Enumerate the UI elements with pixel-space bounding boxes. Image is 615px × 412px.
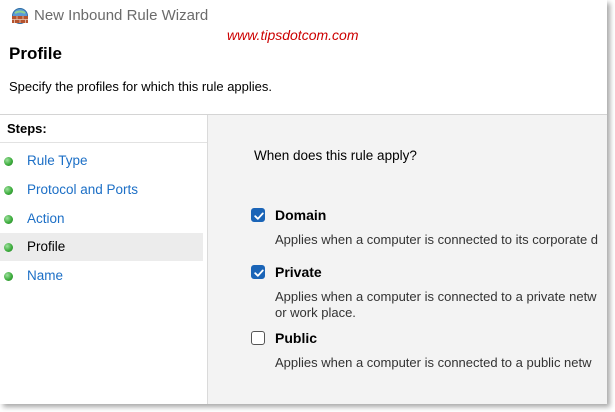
domain-description: Applies when a computer is connected to … [275,232,599,247]
domain-label[interactable]: Domain [275,207,326,223]
green-dot-icon [4,243,13,252]
green-dot-icon [4,215,13,224]
checkmark-icon [254,212,264,220]
steps-label: Steps: [7,121,47,136]
step-label: Action [27,211,65,226]
question-text: When does this rule apply? [254,148,417,163]
green-dot-icon [4,157,13,166]
step-label: Protocol and Ports [27,182,139,197]
window-title: New Inbound Rule Wizard [34,7,209,24]
steps-header: Steps: [0,115,207,143]
green-dot-icon [4,186,13,195]
profile-options-panel: When does this rule apply? Domain Applie… [208,115,607,404]
private-description-line-1: Applies when a computer is connected to … [275,289,597,304]
green-dot-icon [4,272,13,281]
step-label: Rule Type [27,153,88,168]
firewall-wall-icon [11,7,29,25]
public-label[interactable]: Public [275,330,317,346]
private-label[interactable]: Private [275,264,322,280]
page-description: Specify the profiles for which this rule… [9,79,273,94]
step-action[interactable]: Action [0,205,203,233]
step-label: Profile [27,239,66,254]
step-rule-type[interactable]: Rule Type [0,147,203,175]
public-description: Applies when a computer is connected to … [275,355,592,370]
checkmark-icon [254,269,264,277]
step-name[interactable]: Name [0,262,203,290]
steps-panel: Steps: Rule Type Protocol and Ports Acti… [0,115,208,404]
public-checkbox[interactable] [251,331,265,345]
private-checkbox[interactable] [251,265,265,279]
step-profile: Profile [0,233,203,261]
domain-checkbox[interactable] [251,208,265,222]
wizard-window: New Inbound Rule Wizard www.tipsdotcom.c… [0,0,607,404]
private-description-line-2: or work place. [275,305,356,320]
step-label: Name [27,268,64,283]
page-title: Profile [9,44,62,63]
watermark-text: www.tipsdotcom.com [227,27,359,43]
step-protocol-and-ports[interactable]: Protocol and Ports [0,176,203,204]
